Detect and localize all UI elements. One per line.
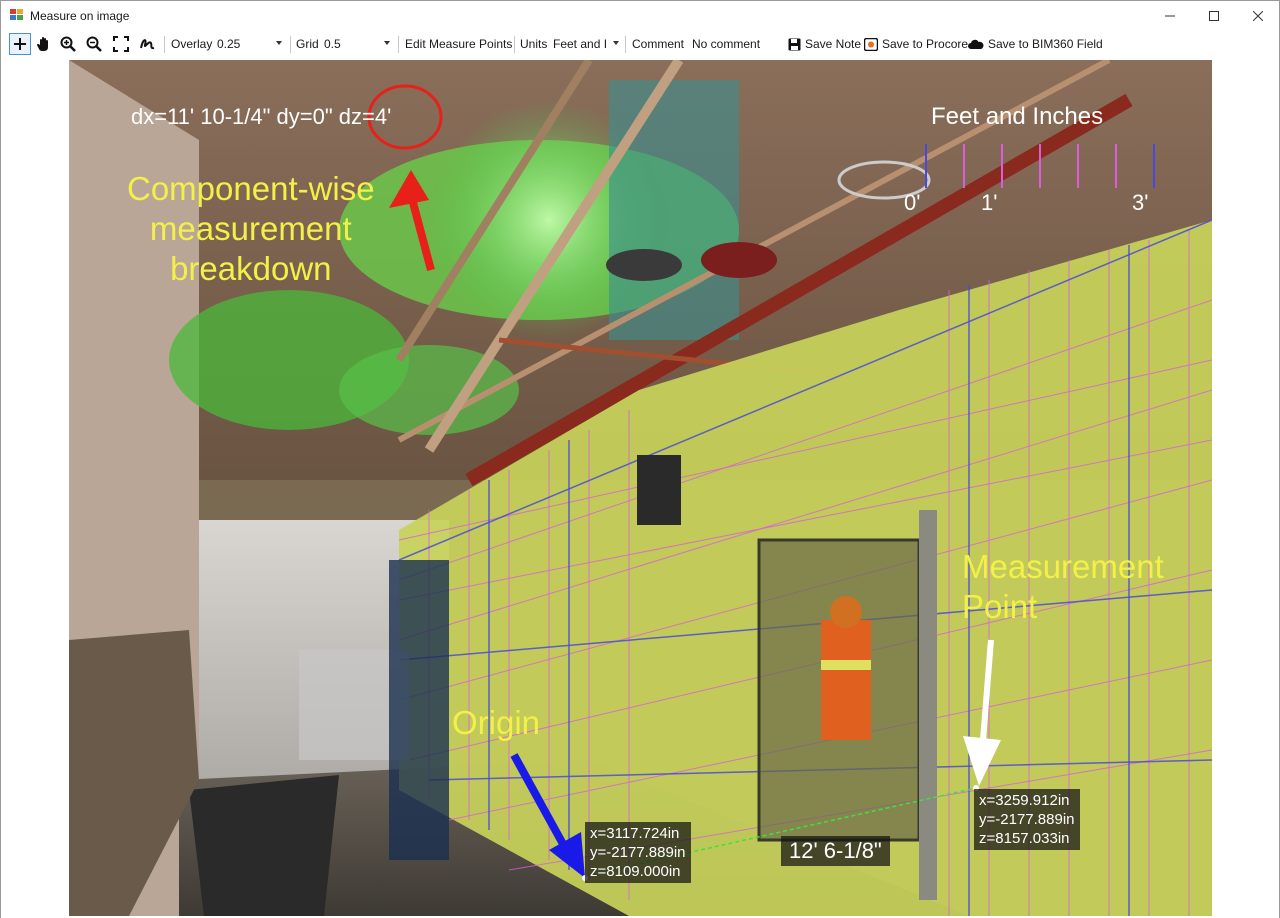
pan-hand-icon <box>37 37 48 51</box>
toolbar: Overlay 0.25 Grid 0.5 Edit Measure Point… <box>0 31 1280 58</box>
procore-icon <box>864 37 878 51</box>
grid-value: 0.5 <box>324 37 341 51</box>
add-point-button[interactable] <box>9 33 31 55</box>
edit-measure-points-button[interactable]: Edit Measure Points <box>405 33 512 55</box>
fit-extents-icon <box>113 36 129 52</box>
title-bar: Measure on image <box>0 0 1280 31</box>
point-y: y=-2177.889in <box>979 811 1075 828</box>
save-procore-label: Save to Procore <box>882 37 969 51</box>
save-disk-icon <box>788 38 801 50</box>
overlay-dropdown-icon[interactable] <box>276 41 282 45</box>
annotation-measurement-point: Measurement Point <box>962 548 1164 625</box>
units-dropdown-icon[interactable] <box>613 41 619 45</box>
origin-z: z=8109.000in <box>590 863 681 880</box>
overlay-value: 0.25 <box>217 37 241 51</box>
save-note-label: Save Note <box>805 37 862 51</box>
maximize-button[interactable] <box>1191 1 1237 31</box>
zoom-in-icon <box>60 36 76 52</box>
maximize-icon <box>1209 11 1219 21</box>
comment-field[interactable]: No comment <box>692 33 760 55</box>
units-select[interactable]: Feet and I <box>553 33 615 55</box>
pan-button[interactable] <box>33 33 55 55</box>
zoom-out-icon <box>86 36 102 52</box>
point-x: x=3259.912in <box>979 792 1070 809</box>
overlay-label: Overlay <box>171 37 213 51</box>
comment-label: Comment <box>632 37 685 51</box>
freehand-icon <box>140 39 155 50</box>
close-icon <box>1253 11 1263 21</box>
add-point-icon <box>14 38 26 50</box>
point-z: z=8157.033in <box>979 830 1070 847</box>
measurement-readout: dx=11' 10-1/4" dy=0" dz=4' <box>131 104 392 129</box>
point-coordinates: x=3259.912in y=-2177.889in z=8157.033in <box>974 789 1080 850</box>
scale-tick-1: 1' <box>981 190 998 215</box>
zoom-in-button[interactable] <box>57 33 79 55</box>
image-viewport[interactable]: dx=11' 10-1/4" dy=0" dz=4' Feet and Inch… <box>0 58 1280 918</box>
distance-label: 12' 6-1/8" <box>781 836 890 866</box>
origin-y: y=-2177.889in <box>590 844 686 861</box>
freehand-button[interactable] <box>136 33 158 55</box>
zoom-out-button[interactable] <box>83 33 105 55</box>
save-bim360-label: Save to BIM360 Field <box>988 37 1103 51</box>
origin-x: x=3117.724in <box>590 825 680 842</box>
annotation-origin: Origin <box>452 704 541 741</box>
window-title: Measure on image <box>30 9 130 23</box>
save-bim360-button[interactable]: Save to BIM360 Field <box>968 33 1103 55</box>
close-button[interactable] <box>1235 1 1280 31</box>
annotation-component-breakdown: Component-wise measurement breakdown <box>127 170 375 287</box>
units-label: Units <box>520 37 548 51</box>
units-value: Feet and I <box>553 37 608 51</box>
minimize-button[interactable] <box>1147 1 1193 31</box>
save-note-button[interactable]: Save Note <box>788 33 861 55</box>
scale-tick-3: 3' <box>1132 190 1149 215</box>
scale-tick-0: 0' <box>904 190 921 215</box>
app-icon <box>10 9 23 21</box>
save-procore-button[interactable]: Save to Procore <box>864 33 968 55</box>
scale-title: Feet and Inches <box>931 103 1104 130</box>
cloud-icon <box>968 39 984 49</box>
fit-extents-button[interactable] <box>110 33 132 55</box>
grid-label: Grid <box>296 37 319 51</box>
origin-coordinates: x=3117.724in y=-2177.889in z=8109.000in <box>585 822 691 883</box>
grid-dropdown-icon[interactable] <box>384 41 390 45</box>
site-photo[interactable]: dx=11' 10-1/4" dy=0" dz=4' Feet and Inch… <box>69 60 1212 916</box>
minimize-icon <box>1165 15 1175 17</box>
